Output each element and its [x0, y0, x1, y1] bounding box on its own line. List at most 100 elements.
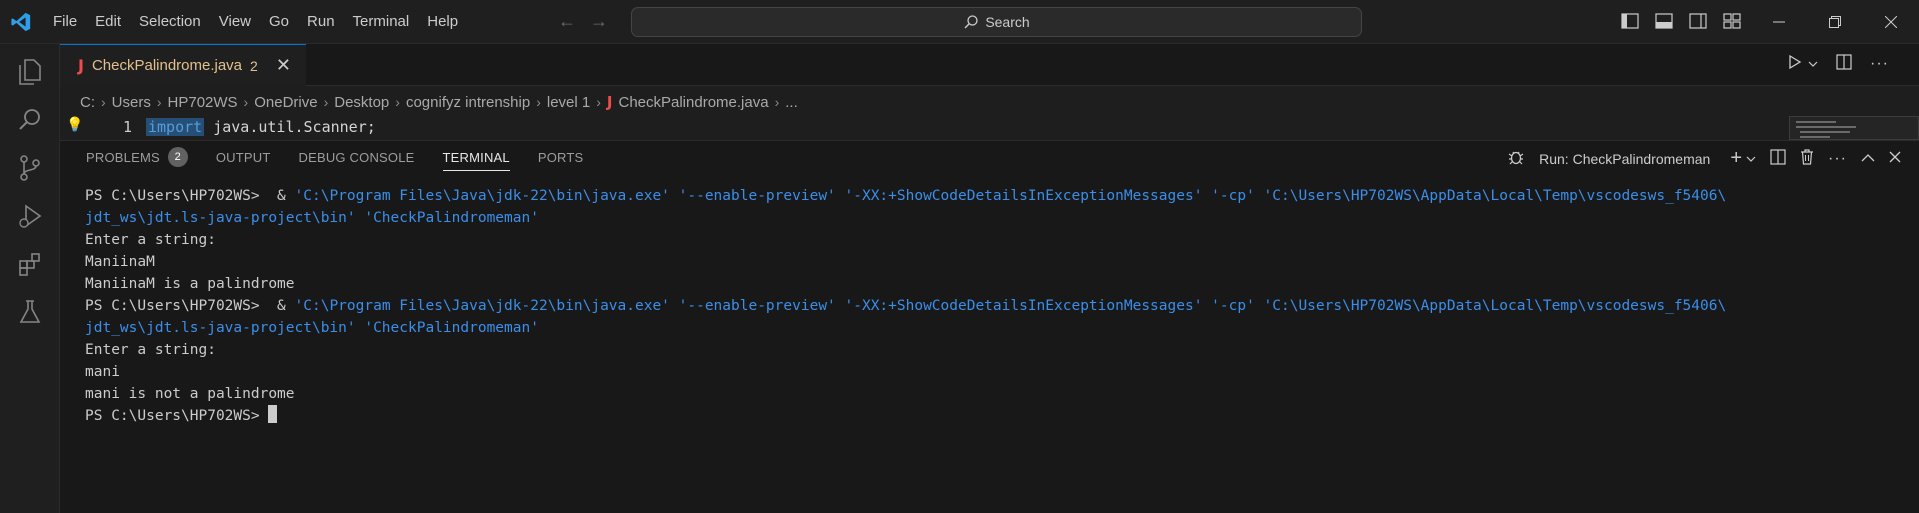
- terminal-line: mani: [85, 364, 120, 380]
- code-text: import java.util.Scanner;: [146, 118, 376, 136]
- keyword-import: import: [146, 118, 205, 136]
- vscode-logo-icon: [11, 12, 31, 32]
- command-center-search[interactable]: Search: [631, 7, 1362, 37]
- toggle-panel-icon[interactable]: [1654, 10, 1674, 32]
- run-java-icon[interactable]: [1788, 54, 1802, 73]
- panel-tabs: PROBLEMS 2 OUTPUT DEBUG CONSOLE TERMINAL…: [86, 141, 583, 173]
- breadcrumb-item[interactable]: Desktop: [334, 94, 389, 111]
- testing-flask-icon[interactable]: [14, 296, 46, 328]
- run-and-debug-icon[interactable]: [14, 200, 46, 232]
- chevron-right-icon: ›: [395, 94, 400, 110]
- explorer-icon[interactable]: [14, 56, 46, 88]
- terminal-line: jdt_ws\jdt.ls-java-project\bin' 'CheckPa…: [85, 210, 539, 226]
- close-panel-icon[interactable]: [1889, 151, 1901, 166]
- tab-close-icon[interactable]: ✕: [276, 55, 291, 76]
- chevron-right-icon: ›: [101, 94, 106, 110]
- tab-problems-label: PROBLEMS: [86, 149, 160, 165]
- more-actions-icon[interactable]: ···: [1870, 55, 1889, 73]
- breadcrumb: C: › Users › HP702WS › OneDrive › Desktop › c…: [80, 92, 798, 112]
- breadcrumb-item[interactable]: Users: [112, 94, 151, 111]
- breadcrumb-item[interactable]: level 1: [547, 94, 590, 111]
- code-line[interactable]: 💡 1 import java.util.Scanner;: [60, 116, 1919, 138]
- search-label: Search: [985, 14, 1030, 30]
- more-actions-icon[interactable]: ···: [1828, 150, 1847, 168]
- maximize-panel-chevron-up-icon[interactable]: [1861, 151, 1875, 166]
- kill-terminal-trash-icon[interactable]: [1800, 149, 1814, 168]
- terminal-line: mani is not a palindrome: [85, 386, 295, 402]
- menu-view[interactable]: View: [210, 0, 260, 44]
- editor-group: J CheckPalindrome.java 2 ✕ ··· C: › Users…: [60, 44, 1919, 140]
- navigation-arrows: ← →: [558, 11, 608, 32]
- chevron-right-icon: ›: [243, 94, 249, 110]
- minimize-icon[interactable]: [1751, 0, 1807, 44]
- tab-output[interactable]: OUTPUT: [216, 141, 271, 173]
- tab-debug-console[interactable]: DEBUG CONSOLE: [299, 141, 415, 173]
- editor-actions: ···: [1788, 54, 1889, 73]
- chevron-right-icon: ›: [536, 94, 541, 110]
- extensions-icon[interactable]: [14, 248, 46, 280]
- terminal-cursor: [268, 405, 278, 423]
- terminal-dropdown-chevron-icon[interactable]: [1746, 151, 1756, 166]
- java-file-icon: J: [606, 93, 613, 111]
- tab-terminal[interactable]: TERMINAL: [442, 141, 511, 173]
- terminal-line: Enter a string:: [85, 342, 216, 358]
- layout-controls: [1620, 10, 1742, 32]
- forward-arrow-icon[interactable]: →: [590, 11, 608, 32]
- terminal-line: ManiinaM: [85, 254, 155, 270]
- terminal-line: ManiinaM is a palindrome: [85, 276, 295, 292]
- breadcrumb-item[interactable]: ...: [785, 94, 798, 111]
- terminal-line: jdt_ws\jdt.ls-java-project\bin' 'CheckPa…: [85, 320, 539, 336]
- menu-go[interactable]: Go: [260, 0, 298, 44]
- tab-label: CheckPalindrome.java: [91, 57, 243, 74]
- chevron-right-icon: ›: [156, 94, 162, 110]
- problems-count-badge: 2: [167, 147, 188, 167]
- terminal-line: Enter a string:: [85, 232, 216, 248]
- chevron-right-icon: ›: [323, 94, 329, 110]
- customize-layout-icon[interactable]: [1722, 10, 1742, 32]
- tab-checkpalindrome-java[interactable]: J CheckPalindrome.java 2 ✕: [60, 44, 306, 86]
- import-path: java.util.Scanner;: [204, 118, 376, 136]
- split-terminal-icon[interactable]: [1770, 149, 1786, 168]
- title-bar: File Edit Selection View Go Run Terminal…: [0, 0, 1919, 44]
- menu-selection[interactable]: Selection: [130, 0, 210, 44]
- panel-actions: Run: CheckPalindromeman + ···: [1507, 147, 1901, 170]
- breadcrumb-item[interactable]: C:: [80, 94, 95, 111]
- menu-help[interactable]: Help: [418, 0, 467, 44]
- breadcrumb-item[interactable]: OneDrive: [254, 94, 317, 111]
- editor-tab-bar: J CheckPalindrome.java 2 ✕ ···: [60, 44, 1919, 86]
- terminal-prompt-line[interactable]: PS C:\Users\HP702WS>: [85, 405, 1905, 427]
- terminal-line: PS C:\Users\HP702WS> & 'C:\Program Files…: [85, 188, 1727, 204]
- menu-bar: File Edit Selection View Go Run Terminal…: [44, 0, 467, 44]
- lightbulb-icon[interactable]: 💡: [66, 116, 83, 133]
- back-arrow-icon[interactable]: ←: [558, 11, 576, 32]
- close-window-icon[interactable]: [1863, 0, 1919, 44]
- terminal-output[interactable]: PS C:\Users\HP702WS> & 'C:\Program Files…: [85, 185, 1905, 427]
- search-icon: [964, 15, 978, 29]
- menu-run[interactable]: Run: [298, 0, 344, 44]
- restore-icon[interactable]: [1807, 0, 1863, 44]
- terminal-line: PS C:\Users\HP702WS> & 'C:\Program Files…: [85, 298, 1727, 314]
- breadcrumb-item[interactable]: CheckPalindrome.java: [618, 94, 768, 111]
- search-view-icon[interactable]: [14, 104, 46, 136]
- menu-terminal[interactable]: Terminal: [344, 0, 419, 44]
- chevron-right-icon: ›: [774, 94, 780, 110]
- line-number: 1: [122, 118, 132, 136]
- menu-file[interactable]: File: [44, 0, 86, 44]
- tab-problem-count: 2: [250, 57, 258, 74]
- bottom-panel: PROBLEMS 2 OUTPUT DEBUG CONSOLE TERMINAL…: [60, 140, 1919, 513]
- breadcrumb-item[interactable]: cognifyz intrenship: [406, 94, 530, 111]
- toggle-primary-sidebar-icon[interactable]: [1620, 10, 1640, 32]
- breadcrumb-item[interactable]: HP702WS: [168, 94, 238, 111]
- tab-ports[interactable]: PORTS: [538, 141, 584, 173]
- toggle-secondary-sidebar-icon[interactable]: [1688, 10, 1708, 32]
- minimap[interactable]: [1789, 116, 1919, 140]
- tab-problems[interactable]: PROBLEMS 2: [86, 141, 188, 173]
- menu-edit[interactable]: Edit: [86, 0, 130, 44]
- run-dropdown-chevron-icon[interactable]: [1808, 56, 1818, 71]
- source-control-icon[interactable]: [14, 152, 46, 184]
- java-file-icon: J: [78, 56, 84, 75]
- split-editor-icon[interactable]: [1836, 54, 1852, 73]
- new-terminal-icon[interactable]: +: [1730, 147, 1742, 170]
- debug-bug-icon: [1507, 148, 1525, 169]
- terminal-instance-label[interactable]: Run: CheckPalindromeman: [1539, 151, 1710, 167]
